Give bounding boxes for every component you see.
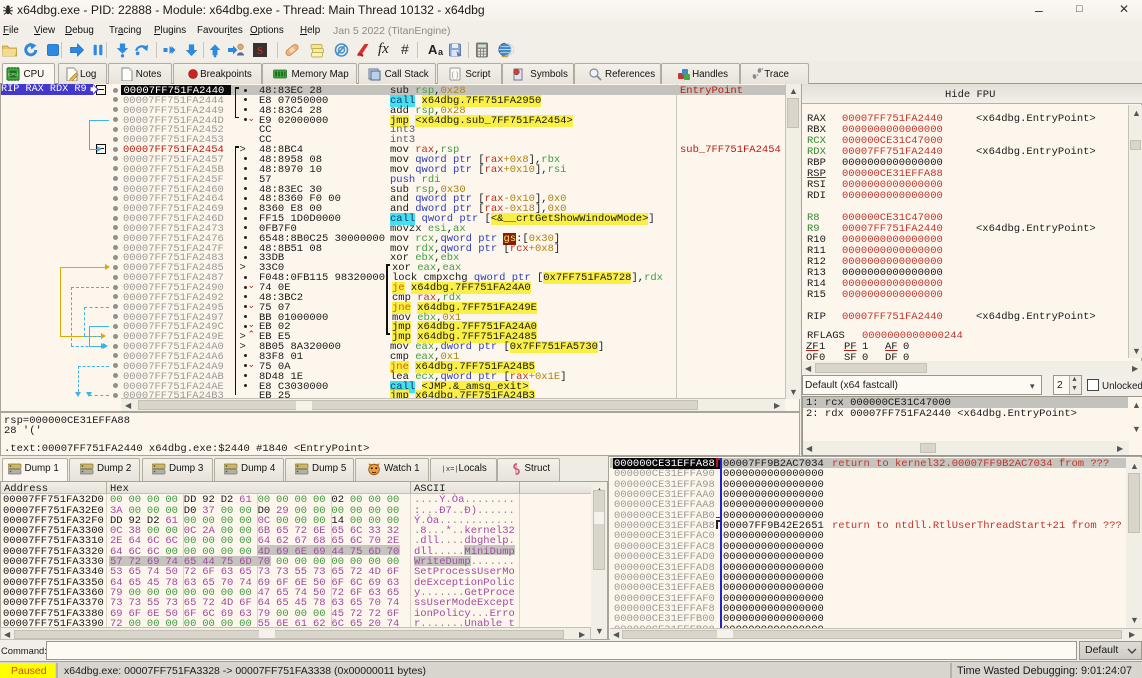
- svg-text:S: S: [257, 45, 263, 57]
- svg-text:(): (): [451, 72, 459, 80]
- svg-text:CPU: CPU: [8, 72, 18, 77]
